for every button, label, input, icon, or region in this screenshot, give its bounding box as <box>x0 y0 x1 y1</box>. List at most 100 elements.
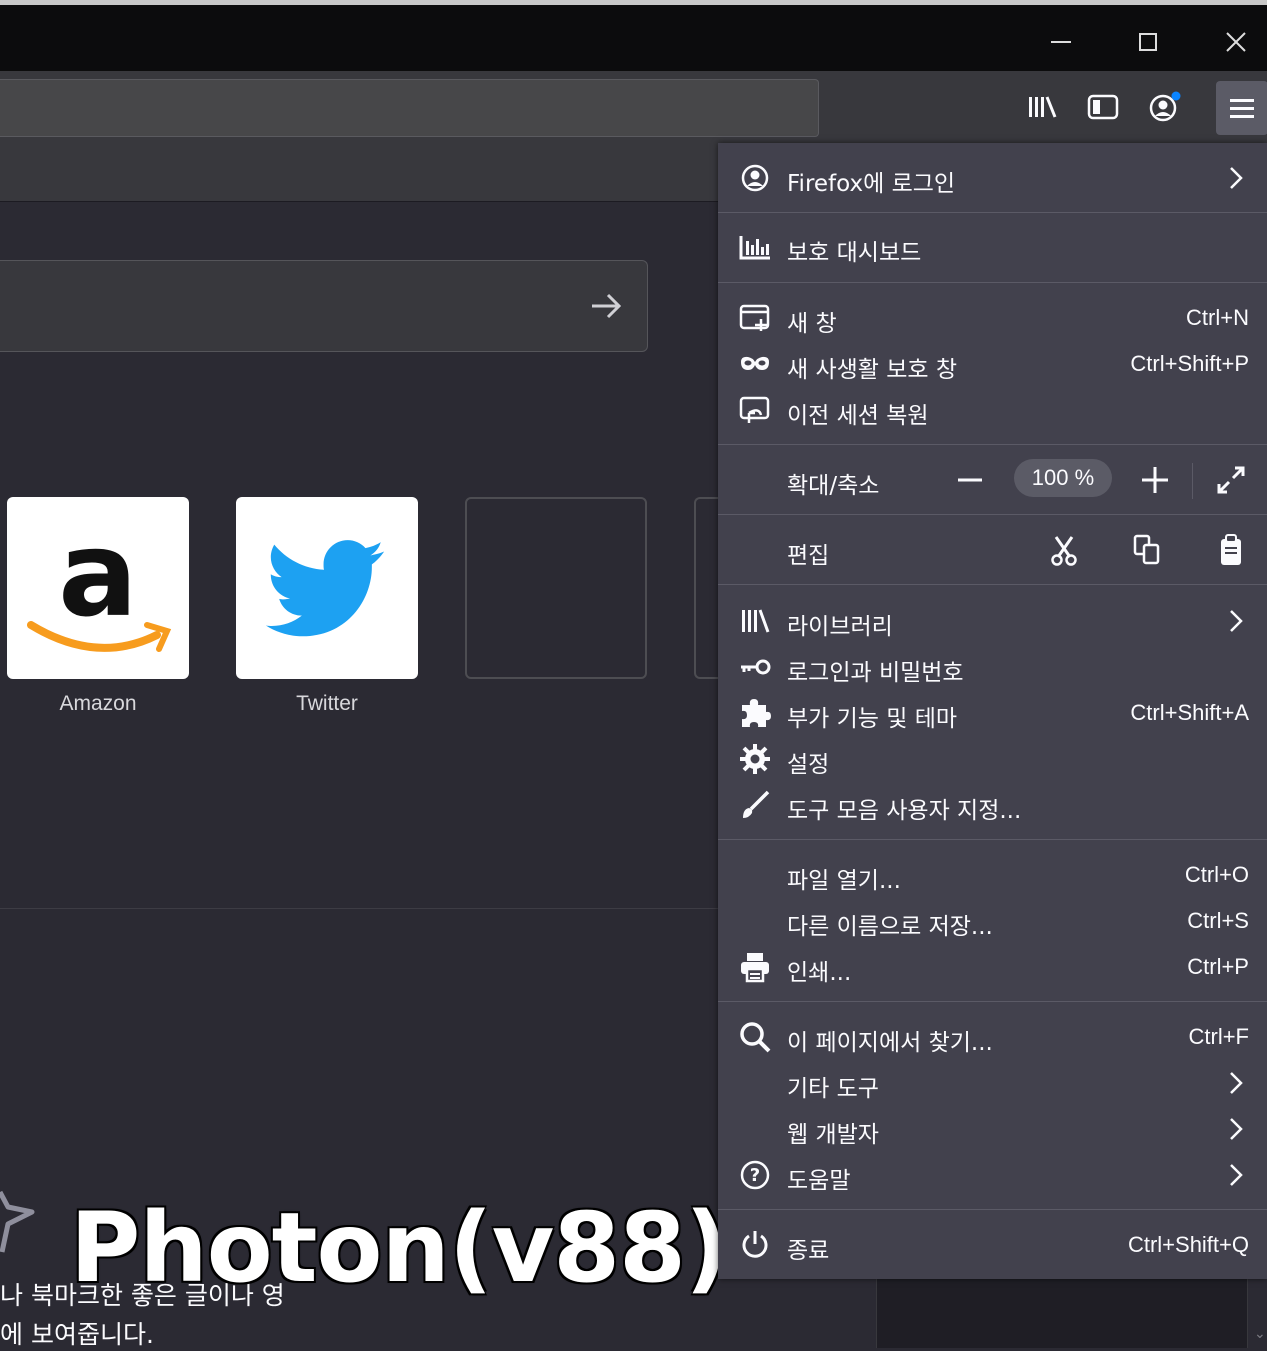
menu-item-more-tools[interactable]: 기타 도구 <box>718 1061 1267 1105</box>
menu-shortcut: Ctrl+N <box>1186 305 1249 330</box>
menu-item-find[interactable]: 이 페이지에서 찾기... Ctrl+F <box>718 1015 1267 1059</box>
arrow-right-icon[interactable] <box>589 289 623 323</box>
url-bar[interactable] <box>0 79 819 137</box>
zoom-divider <box>1192 463 1193 499</box>
zoom-reset-button[interactable]: 100 % <box>1014 459 1112 497</box>
section-divider <box>0 908 720 909</box>
chevron-right-icon <box>1230 167 1243 189</box>
maximize-button[interactable] <box>1118 17 1178 67</box>
zoom-in-button[interactable] <box>1140 465 1170 495</box>
cut-icon[interactable] <box>1050 535 1078 567</box>
puzzle-icon <box>738 697 772 729</box>
copy-icon[interactable] <box>1132 533 1164 567</box>
menu-item-save-as[interactable]: 다른 이름으로 저장... Ctrl+S <box>718 899 1267 943</box>
menu-label: 인쇄... <box>787 960 852 986</box>
menu-label: 웹 개발자 <box>787 1122 879 1148</box>
menu-label: 다른 이름으로 저장... <box>787 914 993 940</box>
search-icon <box>738 1021 772 1053</box>
menu-separator <box>718 584 1267 585</box>
chevron-right-icon <box>1230 1118 1243 1140</box>
gear-icon <box>738 743 772 775</box>
account-button[interactable] <box>1146 89 1182 125</box>
close-button[interactable] <box>1206 17 1266 67</box>
top-site-tile-twitter[interactable] <box>236 497 418 679</box>
menu-item-help[interactable]: ? 도움말 <box>718 1153 1267 1197</box>
menu-item-settings[interactable]: 설정 <box>718 737 1267 781</box>
menu-shortcut: Ctrl+Shift+Q <box>1127 1232 1249 1257</box>
menu-item-quit[interactable]: 종료 Ctrl+Shift+Q <box>718 1223 1267 1267</box>
library-button[interactable] <box>1024 89 1060 125</box>
top-site-tile-amazon[interactable]: a <box>7 497 189 679</box>
menu-item-protections[interactable]: 보호 대시보드 <box>718 225 1267 269</box>
account-icon <box>738 162 772 194</box>
top-site-tile-empty[interactable] <box>465 497 647 679</box>
printer-icon <box>738 951 772 983</box>
menu-item-edit: 편집 <box>718 528 1267 572</box>
paste-icon[interactable] <box>1218 533 1244 567</box>
newtab-search-box[interactable] <box>0 260 648 352</box>
private-mask-icon <box>738 348 772 380</box>
help-icon: ? <box>738 1159 772 1191</box>
app-menu-button[interactable] <box>1216 81 1267 135</box>
account-icon <box>1149 91 1181 122</box>
overlay-title: Photon(v88) <box>70 1192 729 1304</box>
menu-item-signin[interactable]: Firefox에 로그인 <box>718 156 1267 200</box>
menu-item-print[interactable]: 인쇄... Ctrl+P <box>718 945 1267 989</box>
menu-separator <box>718 212 1267 213</box>
menu-shortcut: Ctrl+F <box>1188 1024 1250 1049</box>
menu-separator <box>718 839 1267 840</box>
svg-text:?: ? <box>750 1165 760 1186</box>
menu-item-web-developer[interactable]: 웹 개발자 <box>718 1107 1267 1151</box>
tile-label-amazon: Amazon <box>59 692 137 715</box>
highlights-text-line2: 에 보여줍니다. <box>0 1320 154 1349</box>
maximize-icon <box>1139 33 1157 51</box>
chevron-right-icon <box>1230 1164 1243 1186</box>
chevron-right-icon <box>1230 610 1243 632</box>
chevron-right-icon <box>1230 1072 1243 1094</box>
sidebar-button[interactable] <box>1085 89 1121 125</box>
menu-item-logins[interactable]: 로그인과 비밀번호 <box>718 645 1267 689</box>
bookmarks-toolbar <box>0 143 720 202</box>
menu-label: 편집 <box>787 543 830 569</box>
menu-item-restore-session[interactable]: 이전 세션 복원 <box>718 388 1267 432</box>
title-bar <box>0 5 1267 71</box>
menu-item-open-file[interactable]: 파일 열기... Ctrl+O <box>718 853 1267 897</box>
tile-label-twitter: Twitter <box>296 692 358 715</box>
menu-item-private-window[interactable]: 새 사생활 보호 창 Ctrl+Shift+P <box>718 342 1267 386</box>
menu-label: 보호 대시보드 <box>787 240 922 266</box>
menu-item-new-window[interactable]: 새 창 Ctrl+N <box>718 296 1267 340</box>
menu-label: 부가 기능 및 테마 <box>787 706 958 732</box>
menu-item-zoom: 확대/축소 <box>718 458 1267 502</box>
menu-label: Firefox에 로그인 <box>787 171 956 197</box>
menu-label: 로그인과 비밀번호 <box>787 660 964 686</box>
sidebar-icon <box>1087 94 1119 120</box>
menu-item-addons[interactable]: 부가 기능 및 테마 Ctrl+Shift+A <box>718 691 1267 735</box>
new-window-icon <box>738 302 772 334</box>
menu-separator <box>718 514 1267 515</box>
menu-label: 이전 세션 복원 <box>787 403 929 429</box>
menu-item-library[interactable]: 라이브러리 <box>718 599 1267 643</box>
menu-item-customize[interactable]: 도구 모음 사용자 지정... <box>718 783 1267 827</box>
zoom-out-button[interactable] <box>956 470 984 490</box>
menu-shortcut: Ctrl+Shift+P <box>1130 351 1249 376</box>
library-icon <box>738 605 772 637</box>
fullscreen-icon[interactable] <box>1216 465 1246 495</box>
paintbrush-icon <box>738 789 772 821</box>
app-menu-panel: Firefox에 로그인 보호 대시보드 새 창 Ctrl+N 새 사생활 보호… <box>718 143 1267 1279</box>
dashboard-chart-icon <box>738 231 772 263</box>
hamburger-menu-icon <box>1230 99 1254 118</box>
menu-label: 도구 모음 사용자 지정... <box>787 798 1022 824</box>
close-icon <box>1226 32 1246 52</box>
menu-shortcut: Ctrl+Shift+A <box>1130 700 1249 725</box>
menu-shortcut: Ctrl+O <box>1184 862 1249 887</box>
chevron-down-icon[interactable]: ⌄ <box>1254 1326 1266 1342</box>
star-icon <box>0 1190 35 1253</box>
menu-separator <box>718 1001 1267 1002</box>
twitter-logo <box>265 540 385 637</box>
svg-text:a: a <box>58 505 138 643</box>
menu-label: 도움말 <box>787 1168 851 1194</box>
minimize-button[interactable] <box>1031 17 1091 67</box>
menu-label: 새 창 <box>787 311 837 337</box>
menu-label: 라이브러리 <box>787 614 893 640</box>
minimize-icon <box>1051 41 1071 43</box>
